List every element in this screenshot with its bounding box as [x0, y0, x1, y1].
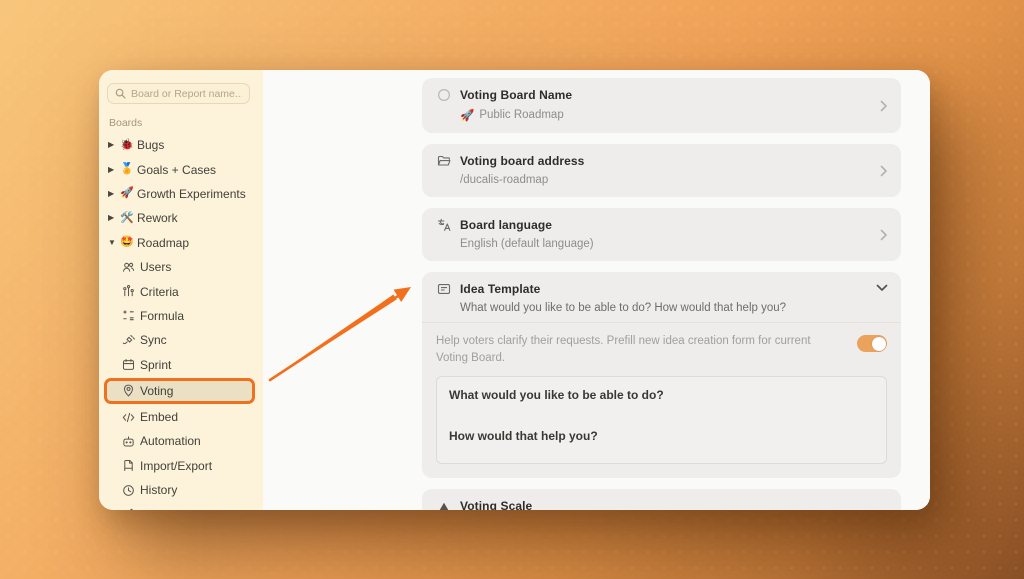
criteria-icon: [122, 285, 140, 298]
sidebar-item-label: Writing: [140, 508, 177, 510]
sidebar-item-label: Users: [140, 260, 172, 275]
sidebar-item-goals-cases[interactable]: ▶ 🏅 Goals + Cases: [99, 157, 263, 181]
template-line: What would you like to be able to do?: [449, 388, 664, 403]
sidebar-item-history[interactable]: History: [99, 478, 263, 502]
sidebar-item-label: Sync: [140, 333, 167, 348]
translate-icon: [436, 218, 451, 232]
search-icon: [115, 88, 126, 99]
row-value: 🚀 Public Roadmap: [460, 109, 564, 122]
row-title: Voting board address: [460, 154, 585, 168]
sidebar-item-sprint[interactable]: Sprint: [99, 353, 263, 377]
expand-arrow-icon[interactable]: ▼: [108, 238, 120, 247]
sidebar-item-automation[interactable]: Automation: [99, 429, 263, 453]
sidebar-item-label: Sprint: [140, 357, 172, 372]
sidebar-item-label: Goals + Cases: [137, 162, 217, 177]
medal-emoji-icon: 🏅: [120, 163, 134, 176]
sidebar-item-voting[interactable]: Voting: [104, 377, 255, 404]
face-emoji-icon: 🤩: [120, 236, 134, 249]
sidebar-item-sync[interactable]: Sync: [99, 328, 263, 352]
row-title: Voting Board Name: [460, 88, 573, 102]
row-value: English (default language): [460, 238, 594, 250]
collapse-arrow-icon[interactable]: ▶: [108, 141, 120, 149]
toggle-knob: [871, 336, 886, 351]
sidebar-item-label: Roadmap: [137, 235, 190, 250]
chevron-right-icon[interactable]: [880, 229, 888, 241]
sidebar-item-label: Growth Experiments: [137, 186, 246, 201]
sidebar-item-label: Voting: [140, 383, 174, 398]
setting-row-voting-scale[interactable]: Voting Scale Multiple upvotes · Number o…: [422, 489, 901, 510]
setting-row-board-name[interactable]: Voting Board Name 🚀 Public Roadmap: [422, 78, 901, 133]
setting-row-idea-template[interactable]: Idea Template What would you like to be …: [422, 272, 901, 479]
idea-template-textarea[interactable]: What would you like to be able to do? Ho…: [436, 376, 887, 465]
collapse-arrow-icon[interactable]: ▶: [108, 165, 120, 174]
history-clock-icon: [122, 484, 140, 497]
import-export-file-icon: [122, 459, 140, 472]
writing-pencil-icon: [122, 508, 140, 510]
sidebar-item-embed[interactable]: Embed: [99, 405, 263, 429]
row-title: Idea Template: [460, 282, 541, 296]
tools-emoji-icon: 🛠️: [120, 211, 134, 224]
row-value: /ducalis-roadmap: [460, 174, 549, 186]
embed-code-icon: [122, 411, 140, 424]
row-title: Board language: [460, 218, 553, 232]
sidebar-item-label: Formula: [140, 308, 185, 323]
triangle-up-icon: [436, 502, 451, 510]
sidebar-item-roadmap[interactable]: ▼ 🤩 Roadmap: [99, 231, 263, 255]
sidebar-item-writing[interactable]: Writing: [99, 502, 263, 510]
sidebar: Board or Report name... Boards ▶ 🐞 Bugs …: [99, 70, 263, 510]
sidebar-item-label: Embed: [140, 410, 179, 425]
setting-row-board-address[interactable]: Voting board address /ducalis-roadmap: [422, 144, 901, 197]
setting-row-board-language[interactable]: Board language English (default language…: [422, 208, 901, 261]
chevron-right-icon[interactable]: [880, 100, 888, 112]
row-title: Voting Scale: [460, 499, 533, 510]
sidebar-item-bugs[interactable]: ▶ 🐞 Bugs: [99, 133, 263, 157]
automation-robot-icon: [122, 435, 140, 448]
template-card-icon: [436, 282, 451, 296]
settings-window: Board or Report name... Boards ▶ 🐞 Bugs …: [99, 70, 930, 510]
bugs-emoji-icon: 🐞: [120, 138, 134, 151]
sidebar-item-users[interactable]: Users: [99, 255, 263, 279]
sync-plug-icon: [122, 334, 140, 347]
chevron-down-icon[interactable]: [876, 284, 888, 292]
prefill-toggle[interactable]: [857, 335, 887, 352]
sidebar-item-formula[interactable]: Formula: [99, 304, 263, 328]
search-placeholder: Board or Report name...: [131, 87, 242, 100]
collapse-arrow-icon[interactable]: ▶: [108, 214, 120, 222]
rocket-emoji-icon: 🚀: [120, 187, 134, 200]
sidebar-item-label: Bugs: [137, 138, 165, 153]
voting-pin-icon: [122, 384, 140, 398]
collapse-arrow-icon[interactable]: ▶: [108, 189, 120, 198]
users-icon: [122, 261, 140, 274]
chevron-right-icon[interactable]: [880, 165, 888, 177]
sidebar-item-label: Automation: [140, 434, 201, 449]
sidebar-item-criteria[interactable]: Criteria: [99, 279, 263, 303]
boards-section-label: Boards: [109, 117, 143, 129]
circle-icon: [436, 88, 451, 102]
formula-icon: [122, 309, 140, 322]
row-subtitle: What would you like to be able to do? Ho…: [460, 302, 787, 314]
sidebar-item-label: History: [140, 483, 178, 498]
rocket-emoji-icon: 🚀: [460, 110, 475, 122]
sidebar-item-label: Rework: [137, 211, 178, 226]
sidebar-item-label: Criteria: [140, 284, 179, 299]
sidebar-item-growth-experiments[interactable]: ▶ 🚀 Growth Experiments: [99, 182, 263, 206]
idea-template-help-text: Help voters clarify their requests. Pref…: [436, 335, 811, 364]
sidebar-item-label: Import/Export: [140, 458, 213, 473]
folder-icon: [436, 154, 451, 168]
sprint-calendar-icon: [122, 358, 140, 371]
template-line: How would that help you?: [449, 429, 598, 444]
settings-panel: Voting Board Name 🚀 Public Roadmap Votin…: [263, 70, 930, 510]
search-input[interactable]: Board or Report name...: [107, 83, 250, 104]
sidebar-item-import-export[interactable]: Import/Export: [99, 454, 263, 478]
sidebar-item-rework[interactable]: ▶ 🛠️ Rework: [99, 206, 263, 230]
